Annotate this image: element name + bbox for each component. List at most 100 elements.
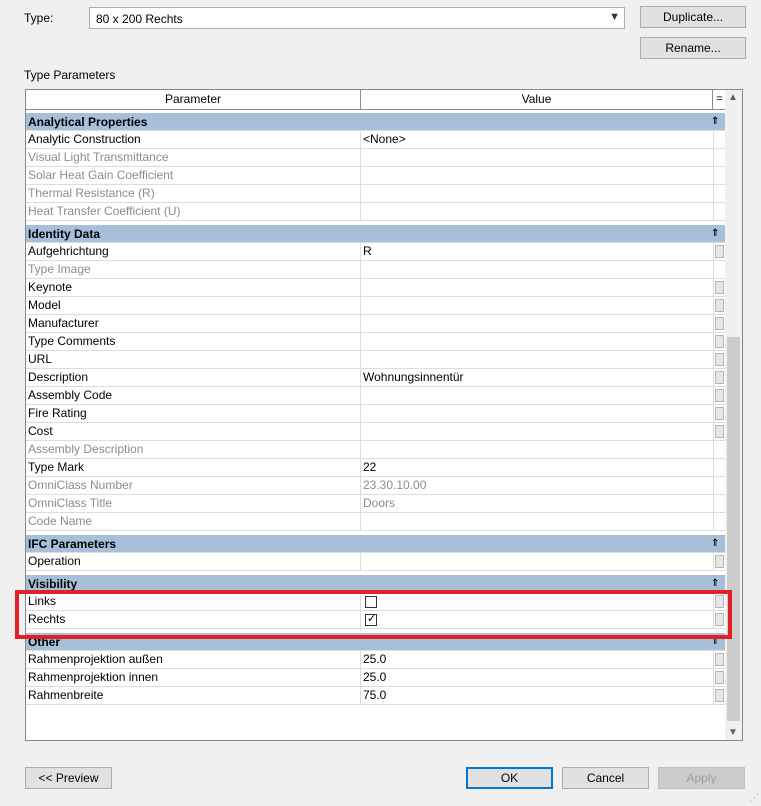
group-title: Analytical Properties	[28, 115, 148, 129]
table-row[interactable]: Keynote	[26, 279, 726, 297]
chevron-down-icon: ▼	[609, 11, 620, 23]
group-title: IFC Parameters	[28, 537, 117, 551]
table-row: Type Image	[26, 261, 726, 279]
associate-parameter-button[interactable]	[715, 245, 724, 258]
param-value[interactable]	[363, 279, 711, 296]
param-name: Type Mark	[28, 460, 85, 474]
table-row[interactable]: URL	[26, 351, 726, 369]
associate-parameter-button[interactable]	[715, 689, 724, 702]
grid-header: Parameter Value =	[26, 90, 726, 110]
collapse-icon[interactable]: ⇑	[711, 535, 719, 553]
param-name: Thermal Resistance (R)	[28, 186, 155, 200]
preview-button[interactable]: << Preview	[25, 767, 112, 789]
collapse-icon[interactable]: ⇑	[711, 113, 719, 131]
associate-parameter-button[interactable]	[715, 335, 724, 348]
associate-parameter-button[interactable]	[715, 317, 724, 330]
param-value	[363, 513, 711, 530]
param-name: Aufgehrichtung	[28, 244, 109, 258]
group-ifc-parameters[interactable]: IFC Parameters ⇑	[26, 535, 726, 553]
associate-parameter-button[interactable]	[715, 425, 724, 438]
param-value	[363, 441, 711, 458]
param-name: OmniClass Title	[28, 496, 113, 510]
rename-button[interactable]: Rename...	[640, 37, 746, 59]
type-parameters-title: Type Parameters	[24, 68, 116, 82]
param-name: Rahmenprojektion außen	[28, 652, 163, 666]
param-value[interactable]	[363, 553, 711, 570]
associate-parameter-button[interactable]	[715, 653, 724, 666]
param-value[interactable]: 22	[363, 459, 711, 476]
table-row[interactable]: Assembly Code	[26, 387, 726, 405]
associate-parameter-button[interactable]	[715, 407, 724, 420]
param-name: Type Comments	[28, 334, 116, 348]
group-title: Identity Data	[28, 227, 101, 241]
param-value[interactable]: <None>	[363, 131, 711, 148]
associate-parameter-button[interactable]	[715, 353, 724, 366]
associate-parameter-button[interactable]	[715, 555, 724, 568]
group-identity-data[interactable]: Identity Data ⇑	[26, 225, 726, 243]
param-value[interactable]: Wohnungsinnentür	[363, 369, 711, 386]
table-row[interactable]: Type Comments	[26, 333, 726, 351]
param-name: Operation	[28, 554, 81, 568]
param-value[interactable]	[363, 297, 711, 314]
column-header-parameter[interactable]: Parameter	[26, 90, 361, 109]
param-value[interactable]	[363, 333, 711, 350]
table-row[interactable]: Type Mark 22	[26, 459, 726, 477]
associate-parameter-button[interactable]	[715, 371, 724, 384]
table-row: Thermal Resistance (R)	[26, 185, 726, 203]
param-value: 23.30.10.00	[363, 478, 427, 492]
param-name: URL	[28, 352, 53, 366]
param-name: Analytic Construction	[28, 132, 141, 146]
param-name: Code Name	[28, 514, 93, 528]
param-value[interactable]	[363, 351, 711, 368]
param-name: OmniClass Number	[28, 478, 133, 492]
associate-parameter-button[interactable]	[715, 299, 724, 312]
param-value[interactable]: R	[363, 243, 711, 260]
type-dropdown-value: 80 x 200 Rechts	[96, 12, 183, 26]
param-value[interactable]: 25.0	[363, 669, 711, 686]
table-row[interactable]: Operation	[26, 553, 726, 571]
table-row[interactable]: Manufacturer	[26, 315, 726, 333]
param-value[interactable]	[363, 315, 711, 332]
scroll-up-icon[interactable]: ▲	[728, 92, 738, 103]
cancel-button[interactable]: Cancel	[562, 767, 649, 789]
scrollbar-thumb[interactable]	[727, 337, 740, 721]
table-row[interactable]: Cost	[26, 423, 726, 441]
table-row[interactable]: Description Wohnungsinnentür	[26, 369, 726, 387]
param-name: Rahmenbreite	[28, 688, 104, 702]
table-row: Visual Light Transmittance	[26, 149, 726, 167]
table-row[interactable]: Rahmenprojektion innen 25.0	[26, 669, 726, 687]
table-row[interactable]: Rahmenbreite 75.0	[26, 687, 726, 705]
param-value	[363, 149, 711, 166]
scroll-down-icon[interactable]: ▼	[728, 727, 738, 738]
associate-parameter-button[interactable]	[715, 281, 724, 294]
type-parameters-grid[interactable]: Parameter Value = Analytical Properties …	[25, 89, 743, 741]
param-name: Model	[28, 298, 61, 312]
table-row[interactable]: Analytic Construction <None>	[26, 131, 726, 149]
ok-button[interactable]: OK	[466, 767, 553, 789]
table-row[interactable]: Fire Rating	[26, 405, 726, 423]
param-value[interactable]: 25.0	[363, 651, 711, 668]
apply-button[interactable]: Apply	[658, 767, 745, 789]
table-row[interactable]: Rahmenprojektion außen 25.0	[26, 651, 726, 669]
type-dropdown[interactable]: 80 x 200 Rechts ▼	[89, 7, 625, 29]
param-value[interactable]: 75.0	[363, 687, 711, 704]
param-value	[363, 167, 711, 184]
resize-grip-icon[interactable]: ⋰	[749, 793, 759, 804]
param-name: Assembly Code	[28, 388, 113, 402]
param-value[interactable]	[363, 423, 711, 440]
param-value: Doors	[363, 496, 396, 510]
vertical-scrollbar[interactable]: ▲ ▼	[725, 90, 742, 740]
param-name: Visual Light Transmittance	[28, 150, 169, 164]
associate-parameter-button[interactable]	[715, 671, 724, 684]
collapse-icon[interactable]: ⇑	[711, 225, 719, 243]
associate-parameter-button[interactable]	[715, 389, 724, 402]
param-name: Solar Heat Gain Coefficient	[28, 168, 174, 182]
param-value[interactable]	[363, 405, 711, 422]
group-analytical-properties[interactable]: Analytical Properties ⇑	[26, 113, 726, 131]
table-row[interactable]: Model	[26, 297, 726, 315]
duplicate-button[interactable]: Duplicate...	[640, 6, 746, 28]
param-value[interactable]	[363, 387, 711, 404]
table-row[interactable]: Aufgehrichtung R	[26, 243, 726, 261]
table-row: Code Name	[26, 513, 726, 531]
column-header-value[interactable]: Value	[361, 90, 713, 109]
